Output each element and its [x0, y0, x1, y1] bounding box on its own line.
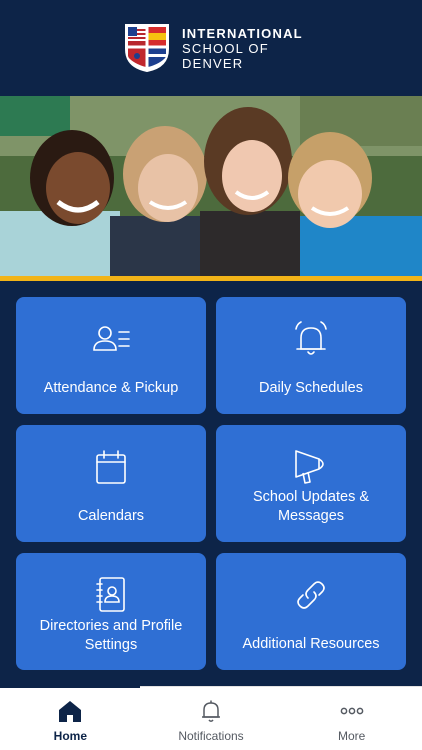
- school-name-line-1: INTERNATIONAL: [182, 25, 303, 41]
- school-name-line-2: SCHOOL OF: [182, 40, 269, 56]
- attendance-list-icon: [93, 326, 130, 351]
- bottom-tab-bar: Home Notifications More: [0, 686, 422, 750]
- tab-label: Notifications: [178, 729, 244, 743]
- hero-accent-stripe: [0, 276, 422, 281]
- tile-attendance-pickup[interactable]: Attendance & Pickup: [16, 297, 206, 414]
- hero-children-image: [0, 96, 422, 276]
- more-dots-icon: [340, 707, 364, 715]
- calendar-icon: [96, 450, 126, 484]
- active-tab-indicator: [0, 686, 140, 688]
- tab-more[interactable]: More: [281, 687, 422, 750]
- tab-label: More: [338, 729, 366, 743]
- megaphone-icon: [295, 450, 324, 484]
- tile-label: School Updates & Messages: [252, 489, 370, 524]
- tile-label: Additional Resources: [242, 636, 380, 652]
- tile-directories-profile-settings[interactable]: Directories and Profile Settings: [16, 553, 206, 670]
- link-icon: [297, 581, 325, 609]
- tile-label: Calendars: [77, 508, 145, 524]
- directory-book-icon: [96, 577, 125, 612]
- menu-grid: Attendance & Pickup Daily Schedules Cale…: [16, 297, 406, 670]
- school-logo: INTERNATIONAL SCHOOL OF DENVER: [124, 23, 303, 73]
- school-name-line-3: DENVER: [182, 55, 244, 71]
- tile-label: Directories and Profile Settings: [39, 618, 183, 653]
- school-name: INTERNATIONAL SCHOOL OF DENVER: [182, 26, 303, 71]
- crest-icon: [125, 24, 169, 73]
- tile-daily-schedules[interactable]: Daily Schedules: [216, 297, 406, 414]
- tile-school-updates-messages[interactable]: School Updates & Messages: [216, 425, 406, 542]
- bell-icon: [202, 700, 220, 722]
- tile-label: Daily Schedules: [259, 380, 363, 396]
- tab-notifications[interactable]: Notifications: [141, 687, 282, 750]
- tab-home[interactable]: Home: [0, 687, 141, 750]
- tile-calendars[interactable]: Calendars: [16, 425, 206, 542]
- tab-label: Home: [53, 729, 87, 743]
- bell-icon: [295, 321, 327, 355]
- app-header: INTERNATIONAL SCHOOL OF DENVER: [0, 0, 422, 96]
- tile-label: Attendance & Pickup: [43, 380, 179, 396]
- tile-additional-resources[interactable]: Additional Resources: [216, 553, 406, 670]
- hero-photo: [0, 96, 422, 276]
- home-icon: [59, 701, 82, 722]
